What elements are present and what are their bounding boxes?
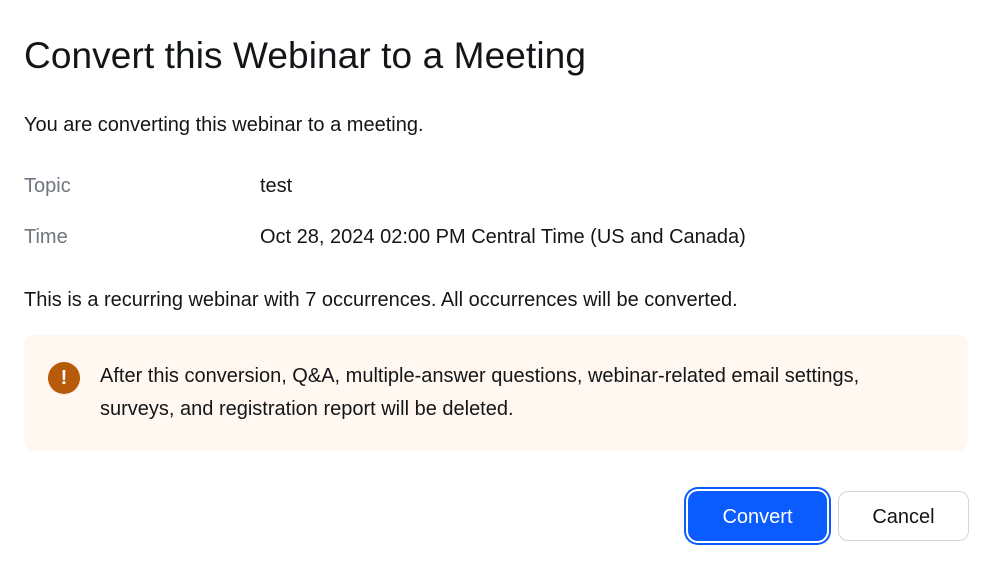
warning-banner: ! After this conversion, Q&A, multiple-a…	[24, 335, 968, 451]
time-label: Time	[24, 226, 68, 248]
topic-value: test	[260, 175, 293, 197]
intro-text: You are converting this webinar to a mee…	[24, 114, 424, 136]
exclamation-icon: !	[48, 362, 80, 394]
warning-text: After this conversion, Q&A, multiple-ans…	[100, 365, 860, 420]
cancel-button[interactable]: Cancel	[838, 491, 969, 541]
recurring-note: This is a recurring webinar with 7 occur…	[24, 289, 738, 311]
convert-webinar-dialog: Convert this Webinar to a Meeting You ar…	[0, 0, 1002, 568]
dialog-title: Convert this Webinar to a Meeting	[24, 35, 587, 76]
topic-label: Topic	[24, 175, 71, 197]
convert-button[interactable]: Convert	[688, 491, 827, 541]
time-value: Oct 28, 2024 02:00 PM Central Time (US a…	[260, 226, 746, 248]
